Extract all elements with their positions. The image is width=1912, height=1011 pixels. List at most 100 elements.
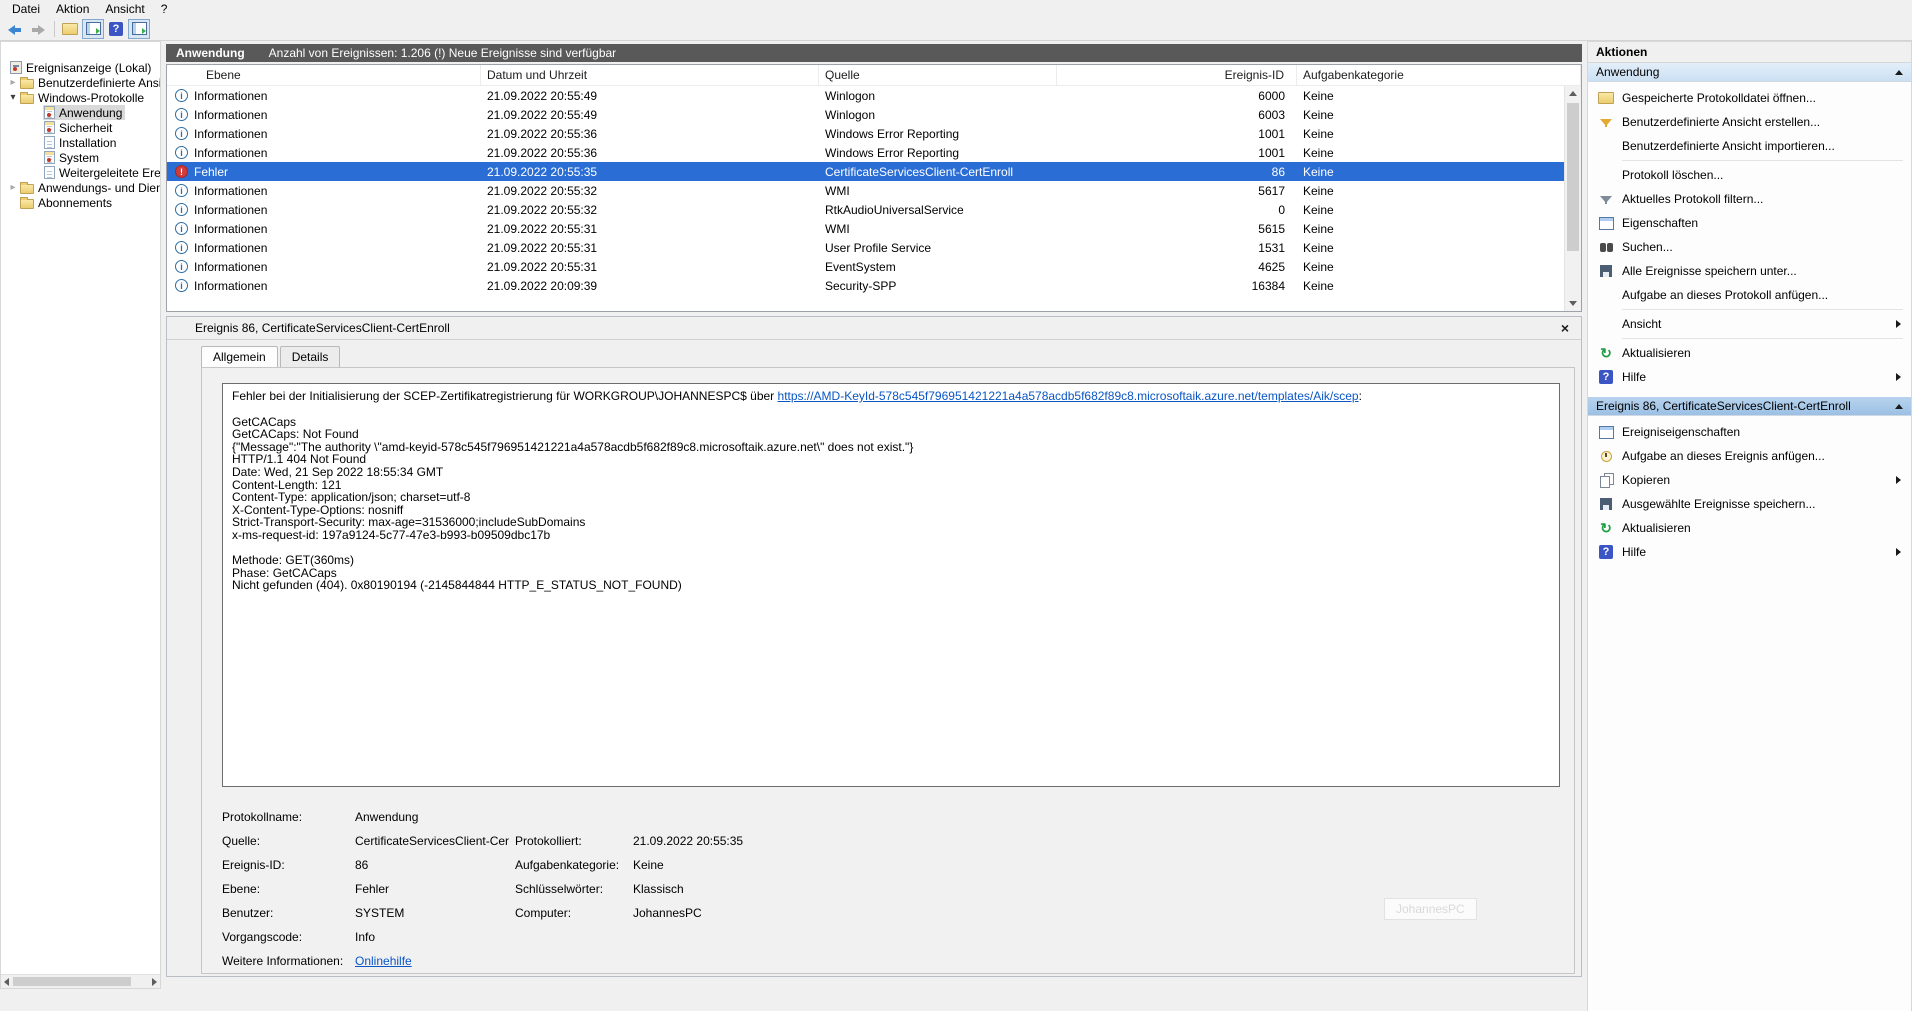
actions-section-header[interactable]: Anwendung [1588,63,1911,82]
action-label: Kopieren [1622,473,1671,487]
submenu-arrow-icon [1896,373,1901,381]
event-row[interactable]: i Informationen 21.09.2022 20:55:31 WMI 5… [167,219,1565,238]
sidebar-item-benutzerdefinierte-ansichten[interactable]: ▸ Benutzerdefinierte Ansichten [1,75,160,90]
action-item[interactable]: Hilfe [1588,540,1911,564]
event-row[interactable]: i Informationen 21.09.2022 20:09:39 Secur… [167,276,1565,295]
sidebar-item-system[interactable]: System [1,150,160,165]
chevron-right-icon[interactable]: ▸ [7,77,19,88]
event-datetime: 21.09.2022 20:09:39 [487,278,598,293]
scrollbar-thumb[interactable] [13,977,131,986]
sidebar-item-abonnements[interactable]: Abonnements [1,195,160,210]
action-item[interactable]: Kopieren [1588,468,1911,492]
sidebar-item-sicherheit[interactable]: Sicherheit [1,120,160,135]
collapse-icon[interactable] [1895,69,1903,75]
action-item[interactable]: Ansicht [1588,312,1911,336]
help-icon[interactable] [105,19,127,39]
sidebar-item-anwendungs-und-dienstprotokolle[interactable]: ▸ Anwendungs- und Dienstprotokolle [1,180,160,195]
event-source: WMI [825,221,850,236]
action-item[interactable]: Benutzerdefinierte Ansicht erstellen... [1588,110,1911,134]
event-id: 16384 [1251,278,1285,293]
icon-spacer [1598,167,1614,183]
scroll-right-icon[interactable] [152,977,157,986]
action-item[interactable]: Aktualisieren [1588,341,1911,365]
event-row[interactable]: i Informationen 21.09.2022 20:55:31 User … [167,238,1565,257]
detail-title: Ereignis 86, CertificateServicesClient-C… [195,321,450,335]
action-item[interactable]: Benutzerdefinierte Ansicht importieren..… [1588,134,1911,158]
chevron-down-icon[interactable]: ▾ [7,92,19,103]
scrollbar-thumb[interactable] [1567,103,1579,251]
sidebar-item-weitergeleitete-ereignisse[interactable]: Weitergeleitete Ereignisse [1,165,160,180]
action-item[interactable]: Protokoll löschen... [1588,163,1911,187]
action-item[interactable]: Gespeicherte Protokolldatei öffnen... [1588,86,1911,110]
column-header-ereignis-id[interactable]: Ereignis-ID [1057,65,1297,85]
action-item[interactable]: Ausgewählte Ereignisse speichern... [1588,492,1911,516]
event-message: Fehler bei der Initialisierung der SCEP-… [222,383,1560,787]
close-icon[interactable]: × [1561,320,1569,336]
event-row[interactable]: i Informationen 21.09.2022 20:55:31 Event… [167,257,1565,276]
event-log-icon [44,151,55,164]
event-category: Keine [1303,126,1334,141]
horizontal-scrollbar[interactable] [1,974,160,988]
column-header-datum[interactable]: Datum und Uhrzeit [481,65,819,85]
event-row[interactable]: i Informationen 21.09.2022 20:55:32 WMI 5… [167,181,1565,200]
info-level-icon: i [175,108,188,121]
scroll-up-icon[interactable] [1565,86,1581,101]
sidebar-item-anwendung[interactable]: Anwendung [1,105,160,120]
menu-datei[interactable]: Datei [4,1,48,17]
column-header-aufgabenkategorie[interactable]: Aufgabenkategorie [1297,65,1581,85]
chevron-right-icon[interactable]: ▸ [7,182,19,193]
sidebar-item-windows-protokolle[interactable]: ▾ Windows-Protokolle [1,90,160,105]
action-item[interactable]: Eigenschaften [1588,211,1911,235]
online-help-link[interactable]: Onlinehilfe [355,954,515,968]
column-header-quelle[interactable]: Quelle [819,65,1057,85]
sidebar-item-installation[interactable]: Installation [1,135,160,150]
sidebar-item-ereignisanzeige[interactable]: Ereignisanzeige (Lokal) [1,60,160,75]
actions-pane: Aktionen Anwendung Gespeicherte Protokol… [1587,41,1912,1011]
forward-icon[interactable] [27,19,49,39]
action-item[interactable]: Ereigniseigenschaften [1588,420,1911,444]
event-row[interactable]: i Informationen 21.09.2022 20:55:32 RtkAu… [167,200,1565,219]
event-row[interactable]: ! Fehler 21.09.2022 20:55:35 CertificateS… [167,162,1565,181]
scroll-left-icon[interactable] [4,977,9,986]
find-icon [1598,239,1614,255]
menu-ansicht[interactable]: Ansicht [97,1,152,17]
info-level-icon: i [175,203,188,216]
tab-page-allgemein: Fehler bei der Initialisierung der SCEP-… [201,367,1575,974]
event-category: Keine [1303,145,1334,160]
event-source: EventSystem [825,259,896,274]
scroll-down-icon[interactable] [1565,296,1581,311]
event-datetime: 21.09.2022 20:55:36 [487,126,598,141]
tab-details[interactable]: Details [279,346,341,367]
tab-allgemein[interactable]: Allgemein [201,346,278,367]
field-label: Protokolliert: [515,834,582,848]
event-id: 1001 [1258,145,1285,160]
vertical-scrollbar[interactable] [1564,86,1581,311]
event-list: Ebene Datum und Uhrzeit Quelle Ereignis-… [166,64,1582,312]
event-id: 5617 [1258,183,1285,198]
column-header-ebene[interactable]: Ebene [167,65,481,85]
event-row[interactable]: i Informationen 21.09.2022 20:55:49 Winlo… [167,86,1565,105]
action-item[interactable]: Aufgabe an dieses Ereignis anfügen... [1588,444,1911,468]
field-row: Protokollname: Anwendung [222,805,1574,829]
event-row[interactable]: i Informationen 21.09.2022 20:55:36 Windo… [167,143,1565,162]
action-item[interactable]: Aufgabe an dieses Protokoll anfügen... [1588,283,1911,307]
console-tree-toggle-icon[interactable] [82,18,104,39]
menu-hilfe[interactable]: ? [153,1,176,17]
filter-icon [1598,191,1614,207]
collapse-icon[interactable] [1895,403,1903,409]
action-item[interactable]: Hilfe [1588,365,1911,389]
action-item[interactable]: Suchen... [1588,235,1911,259]
menu-aktion[interactable]: Aktion [48,1,97,17]
action-item[interactable]: Alle Ereignisse speichern unter... [1588,259,1911,283]
scep-url-link[interactable]: https://AMD-KeyId-578c545f796951421221a4… [778,389,1359,403]
event-row[interactable]: i Informationen 21.09.2022 20:55:49 Winlo… [167,105,1565,124]
action-item[interactable]: Aktualisieren [1588,516,1911,540]
open-saved-log-icon[interactable] [59,19,81,39]
action-pane-toggle-icon[interactable] [128,18,150,39]
back-icon[interactable] [4,19,26,39]
actions-pane-title: Aktionen [1588,42,1911,63]
event-row[interactable]: i Informationen 21.09.2022 20:55:36 Windo… [167,124,1565,143]
actions-section-header[interactable]: Ereignis 86, CertificateServicesClient-C… [1588,397,1911,416]
action-item[interactable]: Aktuelles Protokoll filtern... [1588,187,1911,211]
event-source: WMI [825,183,850,198]
